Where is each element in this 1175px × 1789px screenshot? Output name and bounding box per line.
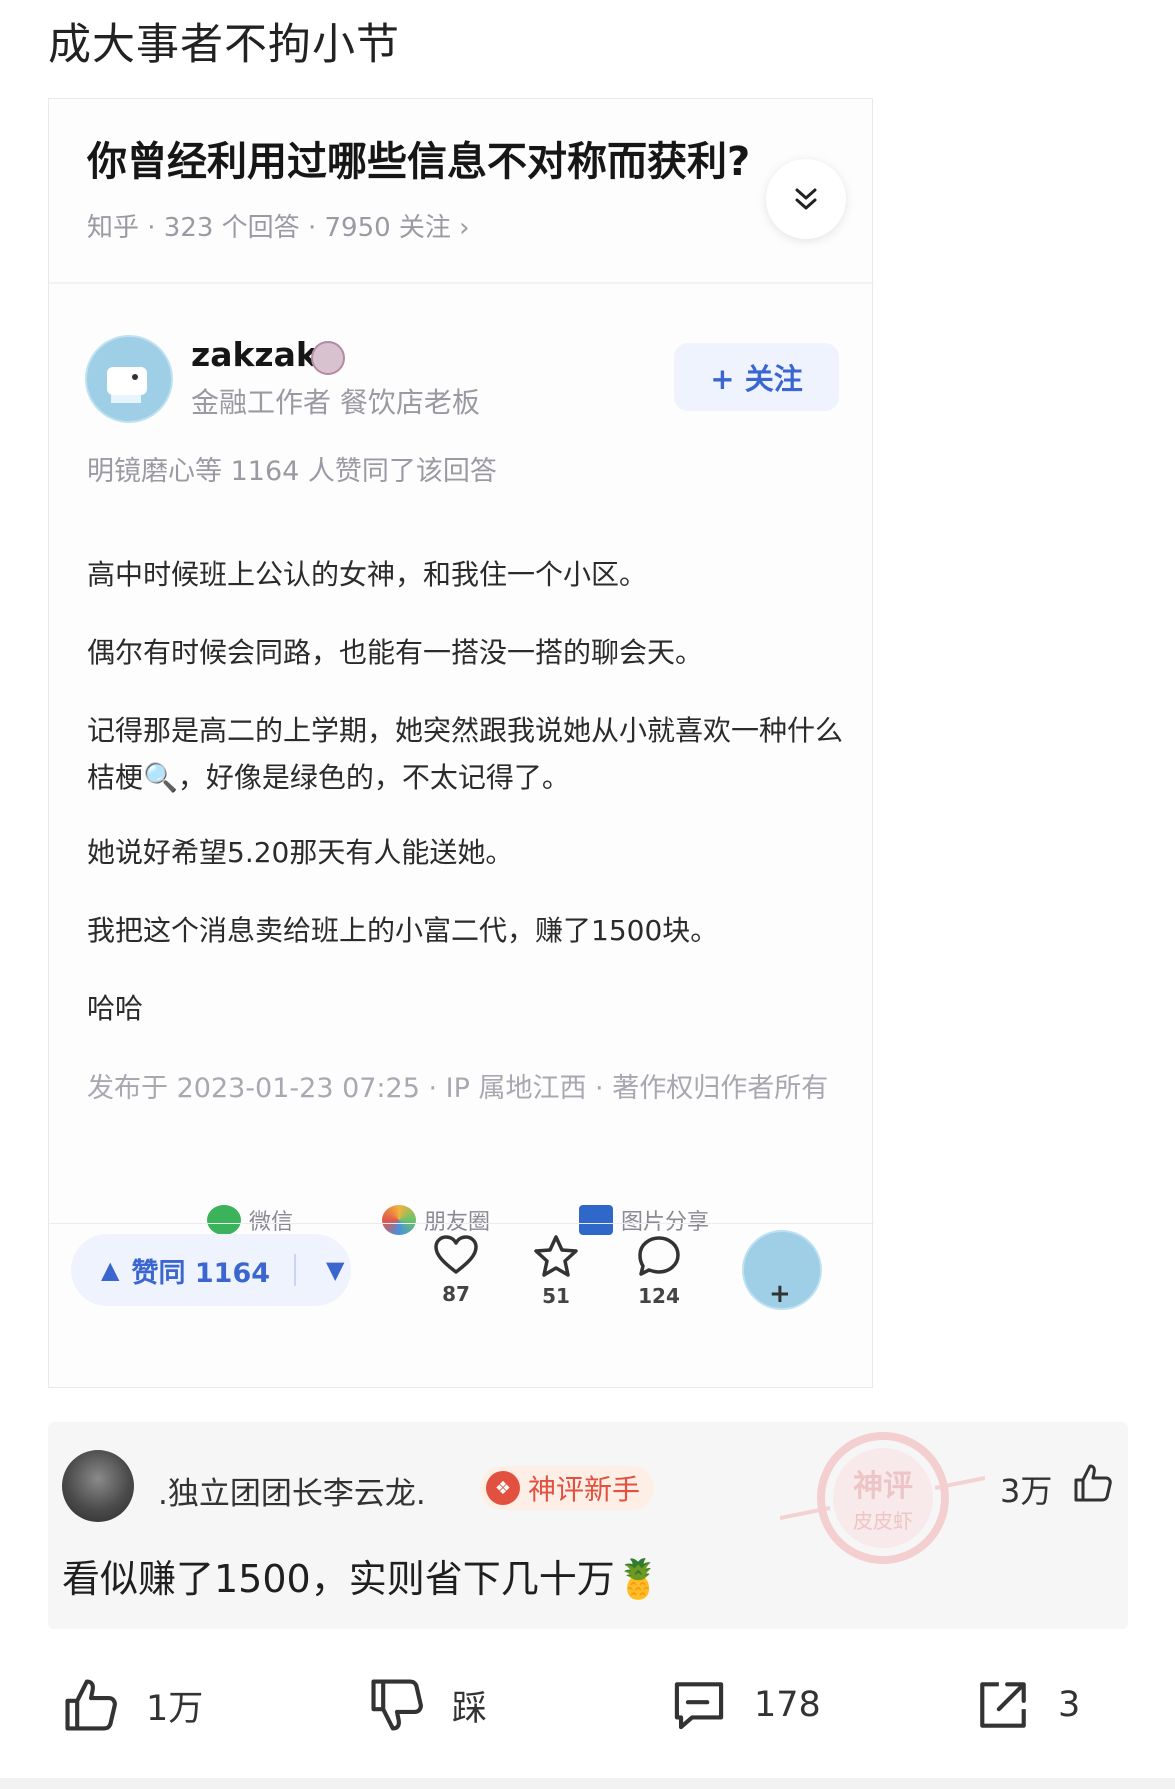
plus-icon[interactable]: +	[769, 1279, 791, 1309]
footer-share-count: 3	[1058, 1685, 1081, 1725]
footer-dislike[interactable]: 踩	[368, 1676, 487, 1734]
thumbs-up-icon[interactable]	[1072, 1462, 1114, 1504]
comment-action[interactable]: 124	[614, 1234, 704, 1308]
favorite-count: 51	[542, 1284, 570, 1308]
footer-like[interactable]: 1万	[62, 1676, 203, 1734]
badge-shield-icon: ❖	[486, 1471, 520, 1505]
god-comment-stamp: 神评 皮皮虾	[780, 1432, 985, 1564]
question-title: 你曾经利用过哪些信息不对称而获利?	[87, 139, 751, 185]
stamp-bottom-text: 皮皮虾	[853, 1509, 913, 1533]
badge-label: 神评新手	[528, 1473, 641, 1506]
answer-paragraph: 高中时候班上公认的女神，和我住一个小区。	[87, 558, 648, 591]
commenter-name[interactable]: .独立团团长李云龙.	[158, 1468, 426, 1513]
author-avatar[interactable]	[85, 335, 173, 423]
answer-paragraph: 她说好希望5.20那天有人能送她。	[87, 836, 514, 869]
divider	[49, 282, 874, 284]
stamp-top-text: 神评	[853, 1469, 913, 1504]
author-badge-icon	[311, 341, 345, 375]
answer-paragraph: 记得那是高二的上学期，她突然跟我说她从小就喜欢一种什么桔梗🔍，好像是绿色的，不太…	[87, 714, 844, 794]
share-icon	[980, 1682, 1026, 1728]
footer-comment-count: 178	[754, 1685, 821, 1725]
comment-text: 看似赚了1500，实则省下几十万🍍	[62, 1557, 663, 1601]
thumbs-down-icon	[371, 1679, 423, 1731]
thumbs-up-icon	[65, 1679, 117, 1731]
vote-control[interactable]: ▲ 赞同 1164 ▼	[71, 1234, 351, 1306]
vote-down-icon[interactable]: ▼	[326, 1256, 344, 1284]
like-count: 87	[442, 1282, 470, 1306]
answer-paragraph: 我把这个消息卖给班上的小富二代，赚了1500块。	[87, 914, 719, 947]
heart-icon	[434, 1235, 478, 1274]
post-title: 成大事者不拘小节	[48, 20, 400, 70]
vote-up-icon[interactable]: ▲	[101, 1256, 119, 1284]
embedded-screenshot: 你曾经利用过哪些信息不对称而获利? 知乎 · 323 个回答 · 7950 关注…	[48, 98, 874, 1388]
comment-bubble-icon	[638, 1236, 680, 1276]
commenter-badge: ❖ 神评新手	[480, 1466, 655, 1510]
like-action[interactable]: 87	[411, 1234, 501, 1306]
answer-paragraph: 偶尔有时候会同路，也能有一搭没一搭的聊会天。	[87, 636, 704, 669]
footer-share[interactable]: 3	[974, 1676, 1080, 1734]
commenter-avatar[interactable]	[62, 1450, 134, 1522]
bottom-divider	[0, 1778, 1175, 1789]
star-icon	[534, 1235, 578, 1277]
footer-comment[interactable]: 178	[670, 1676, 821, 1734]
comment-like-count: 3万	[1000, 1472, 1053, 1510]
agree-count-line: 明镜磨心等 1164 人赞同了该回答	[87, 456, 497, 487]
footer-like-count: 1万	[146, 1688, 204, 1729]
vote-divider	[294, 1254, 297, 1286]
comment-count: 124	[638, 1284, 680, 1308]
comment-icon	[674, 1682, 724, 1730]
question-meta: 知乎 · 323 个回答 · 7950 关注 ›	[87, 213, 470, 243]
answer-paragraph: 哈哈	[87, 992, 144, 1025]
footer-dislike-label: 踩	[452, 1688, 488, 1729]
publish-info: 发布于 2023-01-23 07:25 · IP 属地江西 · 著作权归作者所…	[87, 1073, 829, 1104]
author-name[interactable]: zakzak	[191, 335, 318, 374]
vote-label: 赞同 1164	[131, 1257, 271, 1289]
avatar-cartoon-icon	[107, 367, 147, 403]
author-description: 金融工作者 餐饮店老板	[191, 386, 480, 419]
favorite-action[interactable]: 51	[511, 1234, 601, 1308]
double-chevron-down-icon	[795, 188, 817, 210]
follow-button[interactable]: + 关注	[674, 343, 839, 411]
collapse-button[interactable]	[766, 159, 846, 239]
